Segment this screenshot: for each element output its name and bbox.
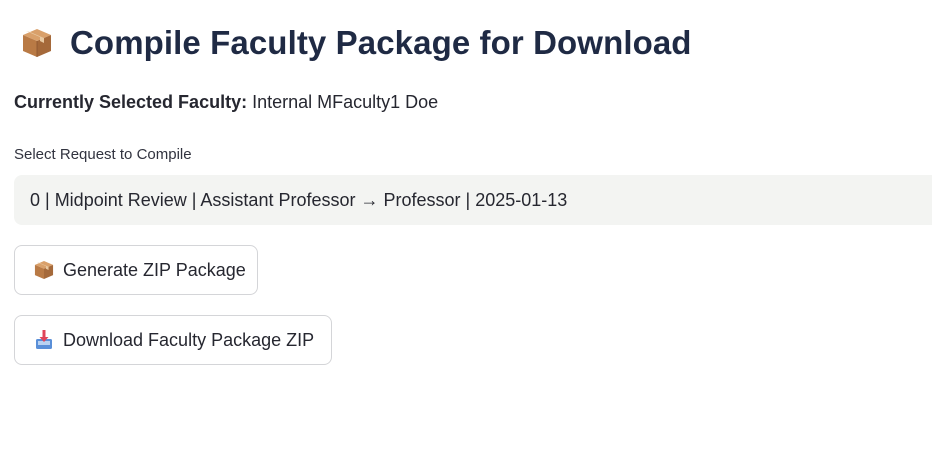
package-icon	[33, 259, 55, 281]
inbox-tray-icon	[33, 329, 55, 351]
download-package-button-label: Download Faculty Package ZIP	[63, 329, 315, 350]
generate-zip-button-label: Generate ZIP Package	[63, 259, 246, 280]
selected-faculty-label: Currently Selected Faculty:	[14, 92, 248, 112]
package-icon	[20, 26, 54, 60]
request-select[interactable]: 0 | Midpoint Review | Assistant Professo…	[14, 175, 932, 225]
page-title-row: Compile Faculty Package for Download	[20, 24, 692, 62]
download-package-button[interactable]: Download Faculty Package ZIP	[14, 315, 332, 365]
page-title: Compile Faculty Package for Download	[70, 24, 692, 61]
generate-zip-button[interactable]: Generate ZIP Package	[14, 245, 258, 295]
request-select-value: 0 | Midpoint Review | Assistant Professo…	[30, 189, 568, 210]
selected-faculty-value: Internal MFaculty1 Doe	[252, 92, 439, 112]
selected-faculty: Currently Selected Faculty: Internal MFa…	[14, 92, 438, 113]
page: Compile Faculty Package for Download Cur…	[0, 0, 932, 456]
request-select-caption: Select Request to Compile	[14, 146, 192, 163]
